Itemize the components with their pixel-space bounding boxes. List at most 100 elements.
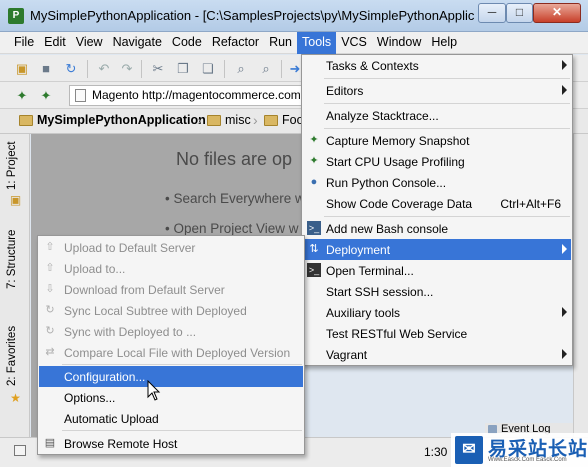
menu-help[interactable]: Help (426, 32, 462, 54)
open-folder-icon[interactable]: ▣ (14, 61, 30, 76)
sync-icon[interactable]: ↻ (63, 61, 79, 76)
left-tool-strip: 1: Project ▣ 7: Structure 2: Favorites ★ (0, 134, 30, 437)
submenu-arrow-icon (562, 85, 567, 95)
menu-item-upload-to: ⇧ Upload to... (39, 258, 303, 279)
menu-window[interactable]: Window (372, 32, 426, 54)
upload-icon: ⇧ (45, 241, 55, 253)
terminal-icon: >_ (307, 263, 321, 277)
right-tool-strip (573, 134, 588, 437)
menu-tools[interactable]: Tools (297, 32, 337, 54)
url-text: Magento http://magentocommerce.com (92, 88, 301, 102)
window-title: MySimplePythonApplication - [C:\SamplesP… (30, 8, 475, 23)
tool-window-toggle-icon[interactable] (14, 445, 26, 456)
page-icon (75, 89, 86, 102)
menu-item-automatic-upload[interactable]: Automatic Upload (39, 408, 303, 429)
menu-navigate[interactable]: Navigate (108, 32, 167, 54)
run-config-icon[interactable]: ✦ (38, 88, 54, 103)
url-field[interactable]: Magento http://magentocommerce.com (69, 85, 304, 106)
tab-structure[interactable]: 7: Structure (6, 230, 18, 289)
download-icon: ⇩ (45, 283, 55, 295)
save-icon[interactable]: ■ (38, 61, 54, 76)
sync-icon: ↻ (45, 304, 55, 316)
menu-edit[interactable]: Edit (39, 32, 71, 54)
menu-item-configuration[interactable]: Configuration... (39, 366, 303, 387)
remote-host-icon: ▤ (44, 437, 56, 449)
plugin-icon[interactable]: ✦ (14, 88, 30, 103)
menu-item-browse-remote[interactable]: ▤ Browse Remote Host (39, 433, 303, 454)
menu-item-download-default: ⇩ Download from Default Server (39, 279, 303, 300)
menu-item-editors[interactable]: Editors (303, 80, 571, 101)
submenu-arrow-icon (562, 244, 567, 254)
menu-item-options[interactable]: Options... (39, 387, 303, 408)
menu-item-capture-memory[interactable]: ✦ Capture Memory Snapshot (303, 130, 571, 151)
minimize-button[interactable]: ─ (478, 3, 506, 23)
deployment-icon: ⇅ (309, 243, 319, 255)
watermark-subtext: Www.Easck.Com Easck.Com (488, 457, 567, 463)
menu-item-upload-default: ⇧ Upload to Default Server (39, 237, 303, 258)
python-console-icon: ● (310, 176, 318, 188)
submenu-arrow-icon (562, 307, 567, 317)
undo-icon[interactable]: ↶ (96, 61, 112, 76)
menu-item-sync-subtree: ↻ Sync Local Subtree with Deployed (39, 300, 303, 321)
menu-refactor[interactable]: Refactor (207, 32, 264, 54)
menu-item-cpu-profiling[interactable]: ✦ Start CPU Usage Profiling (303, 151, 571, 172)
redo-icon[interactable]: ↷ (119, 61, 135, 76)
menu-item-deployment[interactable]: ⇅ Deployment (303, 239, 571, 260)
menu-bar: File Edit View Navigate Code Refactor Ru… (0, 32, 588, 54)
project-icon: ▣ (9, 193, 22, 207)
watermark: ✉ 易采站长站 Www.Easck.Com Easck.Com (451, 433, 588, 467)
menu-item-sync-deployed: ↻ Sync with Deployed to ... (39, 321, 303, 342)
menu-item-bash-console[interactable]: >_ Add new Bash console (303, 218, 571, 239)
menu-item-open-terminal[interactable]: >_ Open Terminal... (303, 260, 571, 281)
menu-vcs[interactable]: VCS (336, 32, 372, 54)
watermark-logo-icon: ✉ (455, 436, 483, 464)
cut-icon[interactable]: ✂ (150, 61, 166, 76)
menu-item-analyze-stacktrace[interactable]: Analyze Stacktrace... (303, 105, 571, 126)
memory-snapshot-icon: ✦ (309, 134, 319, 146)
cpu-profiling-icon: ✦ (309, 155, 319, 167)
submenu-arrow-icon (562, 60, 567, 70)
search-everywhere-hint: • Search Everywhere w (165, 191, 305, 206)
menu-item-ssh-session[interactable]: Start SSH session... (303, 281, 571, 302)
star-icon: ★ (10, 391, 21, 405)
menu-item-vagrant[interactable]: Vagrant (303, 344, 571, 365)
menu-item-auxiliary-tools[interactable]: Auxiliary tools (303, 302, 571, 323)
no-files-message: No files are op (176, 149, 293, 169)
find-icon[interactable]: ⌕ (233, 61, 249, 76)
breadcrumb-separator: › (253, 112, 258, 128)
close-button[interactable]: ✕ (533, 3, 581, 23)
compare-icon: ⇄ (45, 346, 55, 358)
title-bar: P MySimplePythonApplication - [C:\Sample… (0, 0, 588, 32)
replace-icon[interactable]: ⌕ (258, 61, 274, 76)
menu-item-compare-local: ⇄ Compare Local File with Deployed Versio… (39, 342, 303, 363)
project-folder-icon (19, 115, 33, 126)
submenu-arrow-icon (562, 349, 567, 359)
breadcrumb-project[interactable]: MySimplePythonApplication (37, 113, 206, 130)
maximize-button[interactable]: □ (506, 3, 533, 23)
copy-icon[interactable]: ❐ (175, 61, 191, 76)
breadcrumb-misc[interactable]: misc (225, 113, 251, 130)
menu-view[interactable]: View (71, 32, 108, 54)
menu-item-python-console[interactable]: ● Run Python Console... (303, 172, 571, 193)
menu-item-test-restful[interactable]: Test RESTful Web Service (303, 323, 571, 344)
folder-icon (264, 115, 278, 126)
menu-item-tasks-contexts[interactable]: Tasks & Contexts (303, 55, 571, 76)
menu-item-code-coverage[interactable]: Show Code Coverage Data Ctrl+Alt+F6 (303, 193, 571, 214)
tools-menu: Tasks & Contexts Editors Analyze Stacktr… (301, 54, 573, 366)
folder-icon (207, 115, 221, 126)
sync-icon: ↻ (45, 325, 55, 337)
menu-run[interactable]: Run (264, 32, 297, 54)
tab-project[interactable]: 1: Project (6, 141, 18, 190)
tab-favorites[interactable]: 2: Favorites (6, 326, 18, 386)
open-project-view-hint: • Open Project View w (165, 221, 299, 236)
paste-icon[interactable]: ❏ (200, 61, 216, 76)
mouse-cursor-icon (147, 380, 161, 401)
pycharm-app-icon: P (8, 8, 24, 24)
menu-file[interactable]: File (9, 32, 39, 54)
breadcrumb-separator: › (197, 112, 202, 128)
caret-position[interactable]: 1:30 (424, 445, 447, 459)
bash-console-icon: >_ (307, 221, 321, 235)
upload-icon: ⇧ (45, 262, 55, 274)
deployment-submenu: ⇧ Upload to Default Server ⇧ Upload to... … (37, 235, 305, 455)
menu-code[interactable]: Code (167, 32, 207, 54)
